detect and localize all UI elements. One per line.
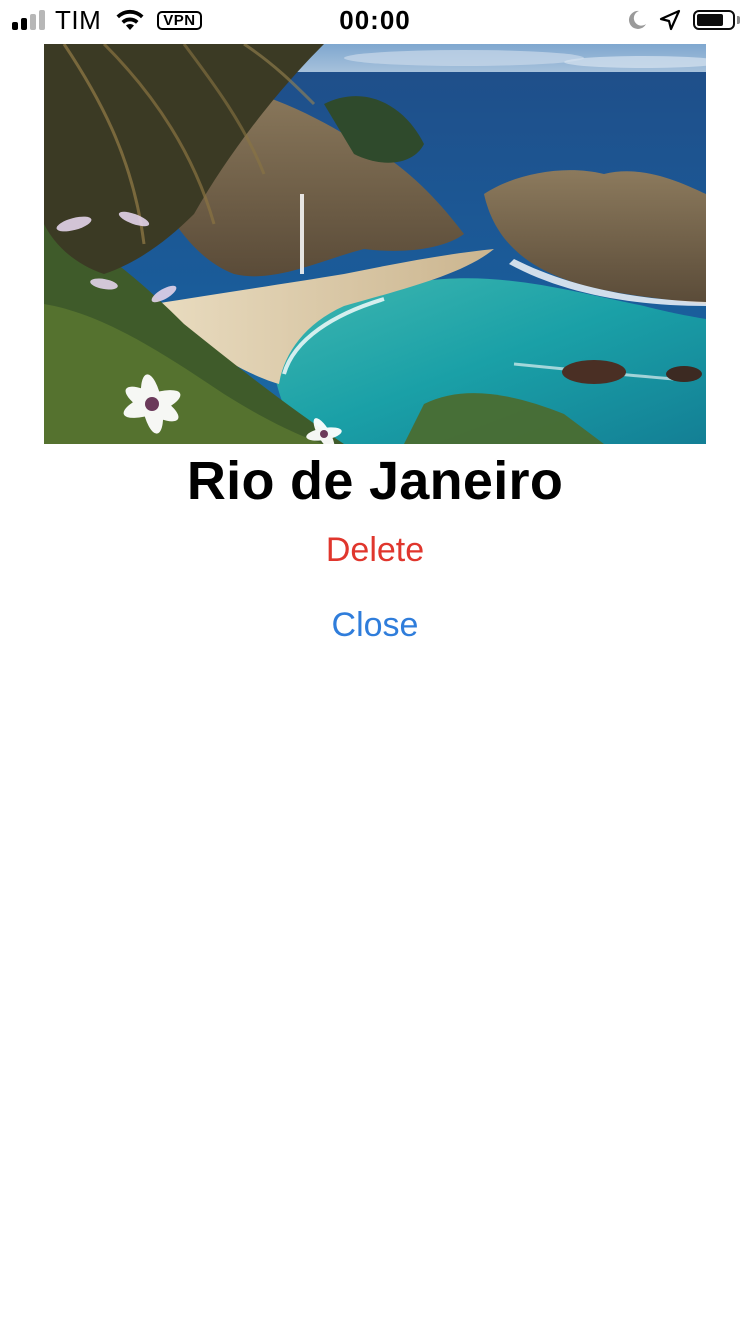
battery-icon	[693, 10, 740, 30]
delete-button[interactable]: Delete	[275, 530, 475, 570]
coastal-cove-image	[44, 44, 706, 444]
city-photo	[44, 44, 706, 444]
close-button[interactable]: Close	[275, 605, 475, 645]
location-arrow-icon	[659, 9, 681, 31]
city-title: Rio de Janeiro	[186, 451, 564, 511]
status-bar: TIM VPN 00:00	[0, 0, 750, 40]
moon-icon	[628, 10, 646, 29]
status-bar-right	[627, 8, 740, 32]
